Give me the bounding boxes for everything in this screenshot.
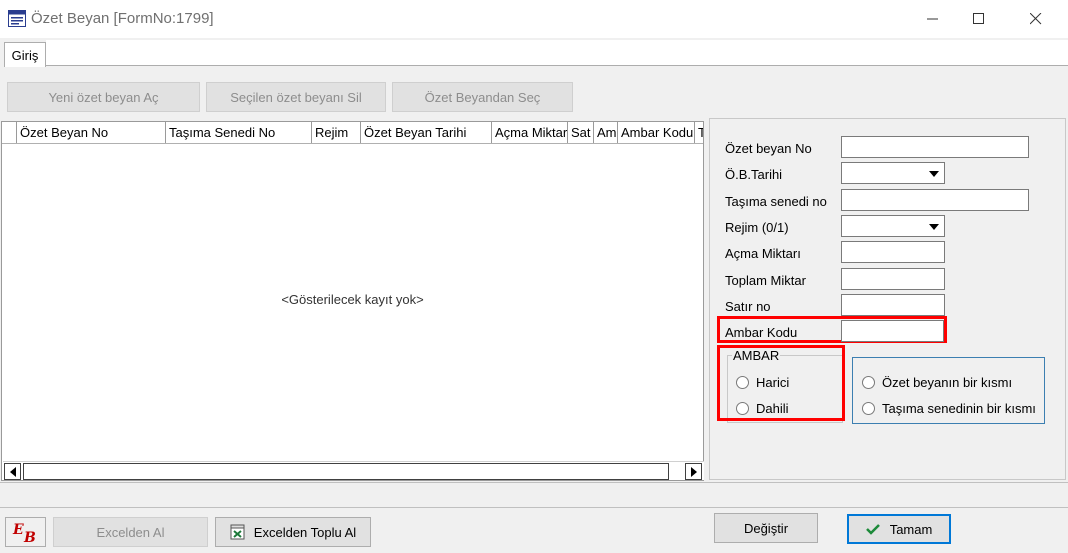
tab-giris[interactable]: Giriş — [4, 42, 46, 67]
excelden-toplu-al-button[interactable]: Excelden Toplu Al — [215, 517, 371, 547]
arrow-right-icon — [690, 466, 697, 477]
maximize-icon — [973, 13, 984, 24]
satir-no-label: Satır no — [725, 299, 771, 314]
tamam-button[interactable]: Tamam — [847, 514, 951, 544]
eb-logo-icon: E B — [12, 522, 36, 544]
minimize-icon — [927, 18, 938, 20]
dahili-label: Dahili — [756, 401, 789, 416]
checkmark-icon — [865, 524, 880, 535]
rejim-label: Rejim (0/1) — [725, 220, 789, 235]
delete-ozet-beyan-button[interactable]: Seçilen özet beyanı Sil — [206, 82, 386, 112]
tasima-senedinin-radio[interactable] — [862, 402, 875, 415]
excelden-al-button[interactable]: Excelden Al — [53, 517, 208, 547]
scroll-track[interactable] — [23, 463, 669, 480]
grid-column-header[interactable]: Açma Miktarı — [492, 122, 568, 143]
ambar-group-label: AMBAR — [732, 348, 781, 363]
tamam-label: Tamam — [889, 521, 933, 537]
svg-text:B: B — [23, 530, 36, 544]
degistir-label: Değiştir — [743, 520, 789, 536]
ozet-beyanin-radio[interactable] — [862, 376, 875, 389]
ob-tarihi-select[interactable] — [841, 162, 945, 184]
chevron-down-icon — [929, 171, 939, 177]
grid-header: Özet Beyan No Taşıma Senedi No Rejim Öze… — [2, 122, 703, 144]
satir-no-input[interactable] — [841, 294, 945, 316]
grid-column-header[interactable]: Taşıma Senedi No — [166, 122, 312, 143]
tasima-senedinin-label: Taşıma senedinin bir kısmı — [882, 401, 1036, 416]
acma-miktari-input[interactable] — [841, 241, 945, 263]
grid-column-header[interactable]: Ambar Kodu — [618, 122, 695, 143]
svg-text:E: E — [12, 522, 24, 538]
degistir-button[interactable]: Değiştir — [714, 513, 818, 543]
window-title: Özet Beyan [FormNo:1799] — [31, 10, 214, 27]
grid-column-header[interactable]: Özet Beyan Tarihi — [361, 122, 492, 143]
chevron-down-icon — [929, 224, 939, 230]
harici-label: Harici — [756, 375, 790, 390]
select-from-ozet-beyan-label: Özet Beyandan Seç — [424, 89, 541, 105]
app-icon — [8, 10, 26, 27]
rejim-select[interactable] — [841, 215, 945, 237]
ozet-beyanin-label: Özet beyanın bir kısmı — [882, 375, 1013, 390]
close-button[interactable] — [1013, 0, 1059, 38]
scroll-left-button[interactable] — [4, 463, 21, 480]
dahili-radio[interactable] — [736, 402, 749, 415]
ambar-kodu-input[interactable] — [841, 320, 944, 342]
grid-row-indicator-header — [2, 122, 17, 143]
excelden-al-label: Excelden Al — [96, 524, 165, 540]
status-strip — [0, 482, 1068, 508]
grid-empty-message: <Gösterilecek kayıt yok> — [281, 292, 424, 307]
new-ozet-beyan-label: Yeni özet beyan Aç — [48, 89, 159, 105]
tasima-senedi-no-input[interactable] — [841, 189, 1029, 211]
grid-column-header[interactable]: Özet Beyan No — [17, 122, 166, 143]
excelden-toplu-al-label: Excelden Toplu Al — [253, 524, 357, 540]
select-from-ozet-beyan-button[interactable]: Özet Beyandan Seç — [392, 82, 573, 112]
ozet-beyan-no-input[interactable] — [841, 136, 1029, 158]
horizontal-scrollbar[interactable] — [3, 461, 704, 480]
tab-strip — [46, 40, 1068, 66]
minimize-button[interactable] — [910, 0, 956, 38]
grid-column-header[interactable]: T — [695, 122, 703, 143]
delete-ozet-beyan-label: Seçilen özet beyanı Sil — [230, 89, 362, 105]
ambar-kodu-label: Ambar Kodu — [725, 325, 798, 340]
logo-button[interactable]: E B — [5, 517, 46, 547]
ozet-beyan-no-label: Özet beyan No — [725, 141, 812, 156]
toplam-miktar-label: Toplam Miktar — [725, 273, 806, 288]
excel-icon — [230, 524, 245, 540]
harici-radio[interactable] — [736, 376, 749, 389]
tasima-senedi-no-label: Taşıma senedi no — [725, 194, 827, 209]
grid-column-header[interactable]: Sat — [568, 122, 594, 143]
grid-column-header[interactable]: Rejim — [312, 122, 361, 143]
acma-miktari-label: Açma Miktarı — [725, 246, 801, 261]
ozet-beyan-grid[interactable]: Özet Beyan No Taşıma Senedi No Rejim Öze… — [1, 121, 704, 481]
toplam-miktar-input[interactable] — [841, 268, 945, 290]
grid-column-header[interactable]: Am — [594, 122, 618, 143]
close-icon — [1030, 13, 1042, 25]
ob-tarihi-label: Ö.B.Tarihi — [725, 167, 783, 182]
new-ozet-beyan-button[interactable]: Yeni özet beyan Aç — [7, 82, 200, 112]
maximize-button[interactable] — [956, 0, 1002, 38]
arrow-left-icon — [9, 466, 16, 477]
scroll-right-button[interactable] — [685, 463, 702, 480]
